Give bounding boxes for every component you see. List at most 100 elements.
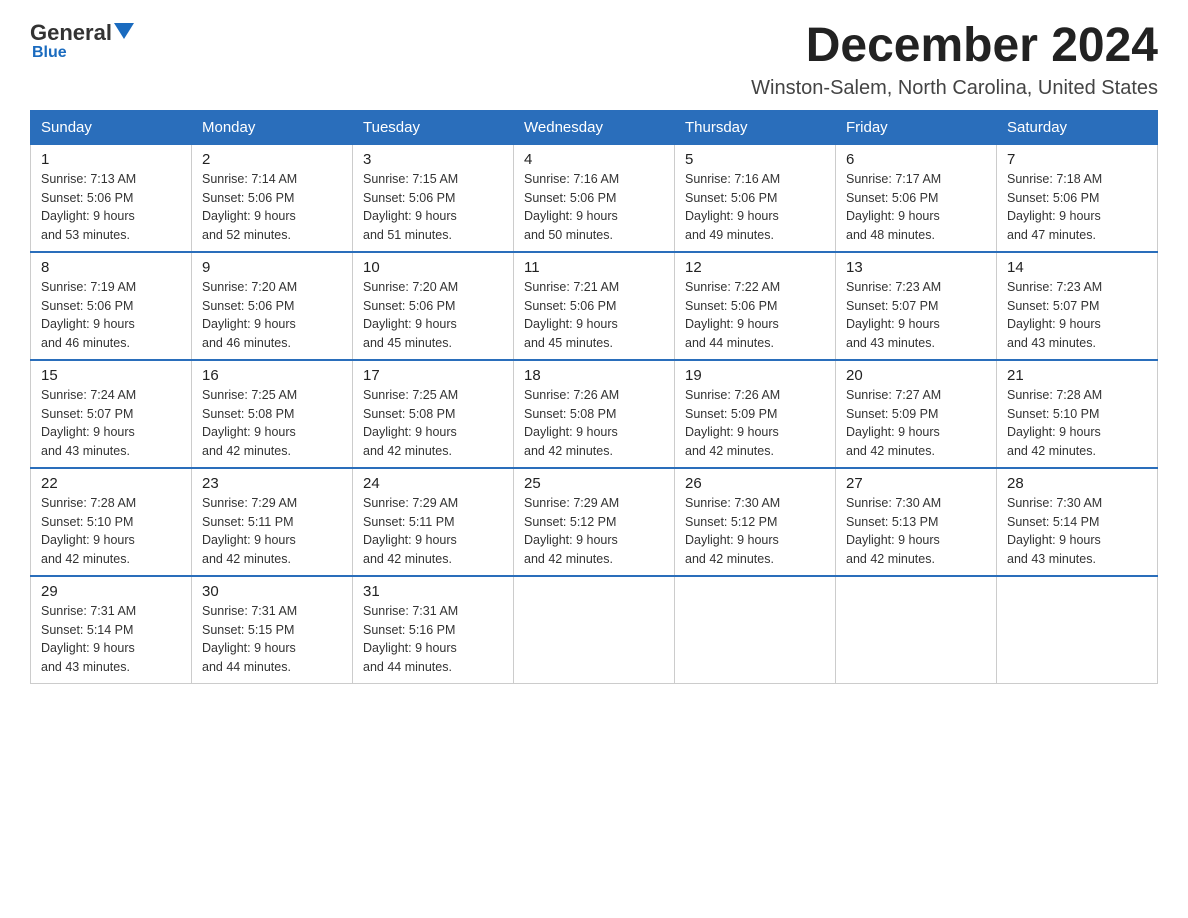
calendar-cell: 17 Sunrise: 7:25 AMSunset: 5:08 PMDayligh…	[353, 360, 514, 468]
calendar-cell: 18Sunrise: 7:26 AMSunset: 5:08 PMDayligh…	[514, 360, 675, 468]
day-number: 11	[524, 259, 664, 276]
day-number: 2	[202, 151, 342, 168]
day-number: 1	[41, 151, 181, 168]
day-info: Sunrise: 7:13 AMSunset: 5:06 PMDaylight:…	[41, 170, 181, 245]
day-info: Sunrise: 7:16 AMSunset: 5:06 PMDaylight:…	[524, 170, 664, 245]
logo-blue: Blue	[32, 44, 67, 62]
calendar-cell: 5 Sunrise: 7:16 AMSunset: 5:06 PMDaylight…	[675, 144, 836, 252]
calendar-cell: 30Sunrise: 7:31 AMSunset: 5:15 PMDayligh…	[192, 576, 353, 684]
day-info: Sunrise: 7:14 AMSunset: 5:06 PMDaylight:…	[202, 170, 342, 245]
logo-general: General	[30, 20, 112, 46]
calendar-cell: 21Sunrise: 7:28 AMSunset: 5:10 PMDayligh…	[997, 360, 1158, 468]
day-number: 5	[685, 151, 825, 168]
calendar-cell: 4Sunrise: 7:16 AMSunset: 5:06 PMDaylight…	[514, 144, 675, 252]
day-number: 31	[363, 583, 503, 600]
day-info: Sunrise: 7:31 AMSunset: 5:15 PMDaylight:…	[202, 602, 342, 677]
day-number: 7	[1007, 151, 1147, 168]
location-subtitle: Winston-Salem, North Carolina, United St…	[751, 77, 1158, 100]
calendar-cell: 24Sunrise: 7:29 AMSunset: 5:11 PMDayligh…	[353, 468, 514, 576]
calendar-cell: 12 Sunrise: 7:22 AMSunset: 5:06 PMDayligh…	[675, 252, 836, 360]
calendar-cell: 7 Sunrise: 7:18 AMSunset: 5:06 PMDaylight…	[997, 144, 1158, 252]
calendar-week-row: 29 Sunrise: 7:31 AMSunset: 5:14 PMDayligh…	[31, 576, 1158, 684]
calendar-cell: 1 Sunrise: 7:13 AMSunset: 5:06 PMDaylight…	[31, 144, 192, 252]
day-number: 12	[685, 259, 825, 276]
calendar-cell: 10Sunrise: 7:20 AMSunset: 5:06 PMDayligh…	[353, 252, 514, 360]
day-number: 13	[846, 259, 986, 276]
logo-text: General	[30, 20, 134, 46]
calendar-cell: 2 Sunrise: 7:14 AMSunset: 5:06 PMDaylight…	[192, 144, 353, 252]
header-wednesday: Wednesday	[514, 110, 675, 144]
day-number: 20	[846, 367, 986, 384]
calendar-cell	[836, 576, 997, 684]
day-number: 25	[524, 475, 664, 492]
calendar-cell: 28 Sunrise: 7:30 AMSunset: 5:14 PMDayligh…	[997, 468, 1158, 576]
day-number: 3	[363, 151, 503, 168]
day-number: 14	[1007, 259, 1147, 276]
calendar-cell: 14Sunrise: 7:23 AMSunset: 5:07 PMDayligh…	[997, 252, 1158, 360]
day-number: 17	[363, 367, 503, 384]
header-thursday: Thursday	[675, 110, 836, 144]
day-info: Sunrise: 7:19 AMSunset: 5:06 PMDaylight:…	[41, 278, 181, 353]
day-info: Sunrise: 7:16 AMSunset: 5:06 PMDaylight:…	[685, 170, 825, 245]
calendar-cell: 27 Sunrise: 7:30 AMSunset: 5:13 PMDayligh…	[836, 468, 997, 576]
day-info: Sunrise: 7:31 AMSunset: 5:16 PMDaylight:…	[363, 602, 503, 677]
day-info: Sunrise: 7:22 AMSunset: 5:06 PMDaylight:…	[685, 278, 825, 353]
calendar-cell	[514, 576, 675, 684]
calendar-cell: 9 Sunrise: 7:20 AMSunset: 5:06 PMDaylight…	[192, 252, 353, 360]
header-tuesday: Tuesday	[353, 110, 514, 144]
day-number: 9	[202, 259, 342, 276]
header-sunday: Sunday	[31, 110, 192, 144]
day-number: 22	[41, 475, 181, 492]
calendar-cell: 16 Sunrise: 7:25 AMSunset: 5:08 PMDayligh…	[192, 360, 353, 468]
title-area: December 2024 Winston-Salem, North Carol…	[751, 20, 1158, 100]
calendar-cell: 6Sunrise: 7:17 AMSunset: 5:06 PMDaylight…	[836, 144, 997, 252]
day-number: 16	[202, 367, 342, 384]
day-info: Sunrise: 7:24 AMSunset: 5:07 PMDaylight:…	[41, 386, 181, 461]
calendar-cell: 23Sunrise: 7:29 AMSunset: 5:11 PMDayligh…	[192, 468, 353, 576]
calendar-week-row: 22Sunrise: 7:28 AMSunset: 5:10 PMDayligh…	[31, 468, 1158, 576]
calendar-cell: 31 Sunrise: 7:31 AMSunset: 5:16 PMDayligh…	[353, 576, 514, 684]
day-info: Sunrise: 7:18 AMSunset: 5:06 PMDaylight:…	[1007, 170, 1147, 245]
day-number: 24	[363, 475, 503, 492]
day-number: 15	[41, 367, 181, 384]
day-info: Sunrise: 7:25 AMSunset: 5:08 PMDaylight:…	[363, 386, 503, 461]
calendar-cell: 25 Sunrise: 7:29 AMSunset: 5:12 PMDayligh…	[514, 468, 675, 576]
logo-triangle-icon	[114, 23, 134, 39]
day-info: Sunrise: 7:26 AMSunset: 5:08 PMDaylight:…	[524, 386, 664, 461]
day-info: Sunrise: 7:20 AMSunset: 5:06 PMDaylight:…	[202, 278, 342, 353]
calendar-cell: 3Sunrise: 7:15 AMSunset: 5:06 PMDaylight…	[353, 144, 514, 252]
header-monday: Monday	[192, 110, 353, 144]
calendar-cell: 13 Sunrise: 7:23 AMSunset: 5:07 PMDayligh…	[836, 252, 997, 360]
day-number: 26	[685, 475, 825, 492]
day-info: Sunrise: 7:21 AMSunset: 5:06 PMDaylight:…	[524, 278, 664, 353]
day-info: Sunrise: 7:27 AMSunset: 5:09 PMDaylight:…	[846, 386, 986, 461]
calendar-cell	[675, 576, 836, 684]
day-info: Sunrise: 7:17 AMSunset: 5:06 PMDaylight:…	[846, 170, 986, 245]
main-title: December 2024	[751, 20, 1158, 73]
day-info: Sunrise: 7:29 AMSunset: 5:12 PMDaylight:…	[524, 494, 664, 569]
day-info: Sunrise: 7:30 AMSunset: 5:12 PMDaylight:…	[685, 494, 825, 569]
day-info: Sunrise: 7:30 AMSunset: 5:14 PMDaylight:…	[1007, 494, 1147, 569]
day-info: Sunrise: 7:25 AMSunset: 5:08 PMDaylight:…	[202, 386, 342, 461]
calendar-header-row: SundayMondayTuesdayWednesdayThursdayFrid…	[31, 110, 1158, 144]
header-friday: Friday	[836, 110, 997, 144]
day-info: Sunrise: 7:28 AMSunset: 5:10 PMDaylight:…	[1007, 386, 1147, 461]
calendar-week-row: 15 Sunrise: 7:24 AMSunset: 5:07 PMDayligh…	[31, 360, 1158, 468]
day-info: Sunrise: 7:23 AMSunset: 5:07 PMDaylight:…	[846, 278, 986, 353]
logo: General Blue	[30, 20, 134, 62]
day-info: Sunrise: 7:26 AMSunset: 5:09 PMDaylight:…	[685, 386, 825, 461]
day-number: 8	[41, 259, 181, 276]
calendar-cell: 22Sunrise: 7:28 AMSunset: 5:10 PMDayligh…	[31, 468, 192, 576]
day-number: 27	[846, 475, 986, 492]
calendar-week-row: 8 Sunrise: 7:19 AMSunset: 5:06 PMDaylight…	[31, 252, 1158, 360]
calendar-cell: 20 Sunrise: 7:27 AMSunset: 5:09 PMDayligh…	[836, 360, 997, 468]
day-number: 28	[1007, 475, 1147, 492]
day-info: Sunrise: 7:31 AMSunset: 5:14 PMDaylight:…	[41, 602, 181, 677]
calendar-cell: 19Sunrise: 7:26 AMSunset: 5:09 PMDayligh…	[675, 360, 836, 468]
calendar-cell: 26 Sunrise: 7:30 AMSunset: 5:12 PMDayligh…	[675, 468, 836, 576]
calendar-week-row: 1 Sunrise: 7:13 AMSunset: 5:06 PMDaylight…	[31, 144, 1158, 252]
calendar-cell: 15 Sunrise: 7:24 AMSunset: 5:07 PMDayligh…	[31, 360, 192, 468]
calendar-cell	[997, 576, 1158, 684]
day-number: 29	[41, 583, 181, 600]
day-info: Sunrise: 7:30 AMSunset: 5:13 PMDaylight:…	[846, 494, 986, 569]
